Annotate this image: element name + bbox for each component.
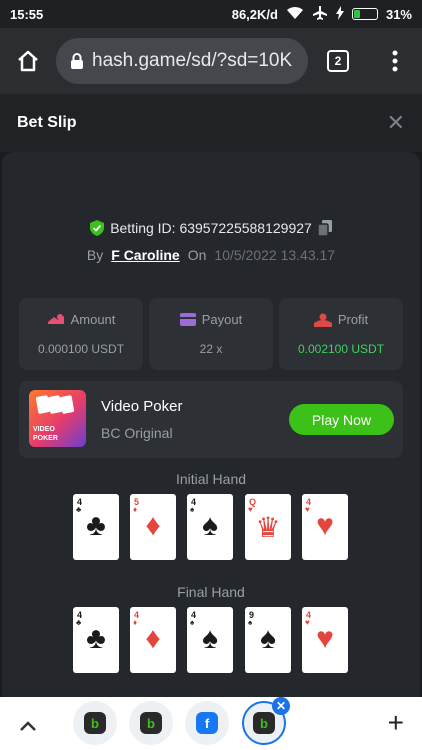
page-title: Bet Slip bbox=[17, 114, 77, 131]
amount-value: 0.000100 USDT bbox=[37, 342, 125, 356]
game-subtitle: BC Original bbox=[101, 425, 173, 441]
betting-id: Betting ID: 63957225588129927 bbox=[110, 220, 312, 236]
payout-value: 22 x bbox=[199, 342, 223, 356]
game-name: Video Poker bbox=[101, 398, 183, 415]
bc-game-icon: b bbox=[140, 712, 162, 734]
facebook-icon: f bbox=[196, 712, 218, 734]
final-hand-card-2: 4 ♦ ♦ bbox=[130, 607, 176, 673]
bc-game-icon: b bbox=[84, 712, 106, 734]
by-label: By bbox=[86, 247, 104, 263]
battery-icon bbox=[351, 8, 378, 20]
initial-hand-card-4: Q ♥ ♛ bbox=[245, 494, 291, 560]
tabs-icon: 2 bbox=[327, 50, 349, 72]
battery-level bbox=[353, 10, 361, 18]
final-hand-card-4: 9 ♠ ♠ bbox=[245, 607, 291, 673]
final-hand-card-1: 4 ♣ ♣ bbox=[73, 607, 119, 673]
card-suit-icon: ♠ bbox=[202, 509, 218, 542]
bottom-bar: b b f b ✕ + bbox=[0, 697, 422, 750]
home-button[interactable] bbox=[0, 49, 56, 73]
profit-stat: Profit 0.002100 USDT bbox=[279, 298, 403, 370]
payout-label-row: Payout bbox=[149, 312, 273, 327]
bc-game-icon: b bbox=[253, 712, 275, 734]
amount-label-row: Amount bbox=[19, 312, 143, 327]
airplane-icon bbox=[312, 5, 328, 24]
bet-slip-header: Bet Slip ✕ bbox=[0, 94, 422, 152]
thumb-text-2: POKER bbox=[33, 435, 58, 442]
menu-button[interactable] bbox=[368, 50, 422, 72]
betting-id-row: Betting ID: 63957225588129927 bbox=[2, 220, 420, 236]
video-poker-thumbnail[interactable]: VIDEO POKER bbox=[29, 390, 86, 447]
bet-details-panel: Betting ID: 63957225588129927 By F Carol… bbox=[2, 152, 420, 697]
initial-hand-card-5: 4 ♥ ♥ bbox=[302, 494, 348, 560]
home-icon bbox=[18, 50, 38, 72]
url-text: hash.game/sd/?sd=10K bbox=[92, 50, 293, 71]
menu-icon bbox=[392, 50, 398, 72]
amount-stat: Amount 0.000100 USDT bbox=[19, 298, 143, 370]
card-suit-icon: ♠ bbox=[260, 622, 276, 655]
thumb-text-1: VIDEO bbox=[33, 426, 55, 433]
final-hand-card-5: 4 ♥ ♥ bbox=[302, 607, 348, 673]
status-bar: 15:55 86,2K/d 31% bbox=[0, 0, 422, 28]
charging-icon bbox=[335, 5, 344, 23]
bet-date: 10/5/2022 13.43.17 bbox=[214, 247, 336, 263]
tab-bubble[interactable]: b bbox=[73, 701, 117, 745]
thumb-card-3 bbox=[59, 395, 75, 414]
payout-stat: Payout 22 x bbox=[149, 298, 273, 370]
tab-bubble[interactable]: b ✕ bbox=[242, 697, 290, 745]
verified-shield-icon bbox=[90, 220, 105, 236]
play-now-button[interactable]: Play Now bbox=[289, 404, 394, 435]
tab-bubble[interactable]: f bbox=[185, 701, 229, 745]
add-icon[interactable]: + bbox=[388, 707, 404, 739]
tabs-button[interactable]: 2 bbox=[308, 50, 368, 72]
profit-value: 0.002100 USDT bbox=[297, 342, 385, 356]
status-right: 86,2K/d 31% bbox=[232, 5, 412, 24]
card-suit-icon: ♥ bbox=[316, 509, 334, 542]
address-bar[interactable]: hash.game/sd/?sd=10K bbox=[56, 38, 308, 84]
amount-label: Amount bbox=[70, 312, 116, 327]
close-icon[interactable]: ✕ bbox=[387, 110, 405, 136]
network-speed: 86,2K/d bbox=[231, 6, 278, 22]
final-hand-card-3: 4 ♠ ♠ bbox=[187, 607, 233, 673]
initial-hand-card-2: 5 ♦ ♦ bbox=[130, 494, 176, 560]
close-bubble-icon[interactable]: ✕ bbox=[272, 697, 290, 715]
queen-face-icon: ♛ bbox=[255, 512, 281, 543]
card-suit-icon: ♦ bbox=[145, 509, 161, 542]
payout-label: Payout bbox=[201, 312, 243, 327]
chevron-up-icon[interactable] bbox=[0, 711, 56, 737]
card-suit-icon: ♦ bbox=[145, 622, 161, 655]
tab-bubble[interactable]: b bbox=[129, 701, 173, 745]
wifi-icon bbox=[286, 6, 304, 23]
final-hand-title: Final Hand bbox=[177, 584, 245, 600]
on-label: On bbox=[187, 247, 207, 263]
card-suit-icon: ♥ bbox=[316, 622, 334, 655]
initial-hand-card-1: 4 ♣ ♣ bbox=[73, 494, 119, 560]
initial-hand-card-3: 4 ♠ ♠ bbox=[187, 494, 233, 560]
game-card: VIDEO POKER Video Poker BC Original Play… bbox=[19, 381, 403, 458]
initial-hand-title: Initial Hand bbox=[175, 471, 247, 487]
coins-icon bbox=[47, 313, 64, 324]
profit-label-row: Profit bbox=[279, 312, 403, 327]
status-time: 15:55 bbox=[10, 6, 44, 22]
user-link[interactable]: F Caroline bbox=[111, 247, 179, 263]
wallet-icon bbox=[179, 313, 196, 326]
profit-label: Profit bbox=[337, 312, 369, 327]
browser-toolbar: hash.game/sd/?sd=10K 2 bbox=[0, 28, 422, 94]
card-suit-icon: ♠ bbox=[202, 622, 218, 655]
lock-icon bbox=[71, 52, 83, 69]
copy-icon[interactable] bbox=[317, 220, 332, 236]
card-suit-icon: ♣ bbox=[86, 622, 106, 655]
profit-icon bbox=[313, 313, 332, 327]
card-suit-icon: ♣ bbox=[86, 509, 106, 542]
battery-percent: 31% bbox=[385, 6, 412, 22]
bettor-row: By F Caroline On 10/5/2022 13.43.17 bbox=[2, 247, 420, 263]
